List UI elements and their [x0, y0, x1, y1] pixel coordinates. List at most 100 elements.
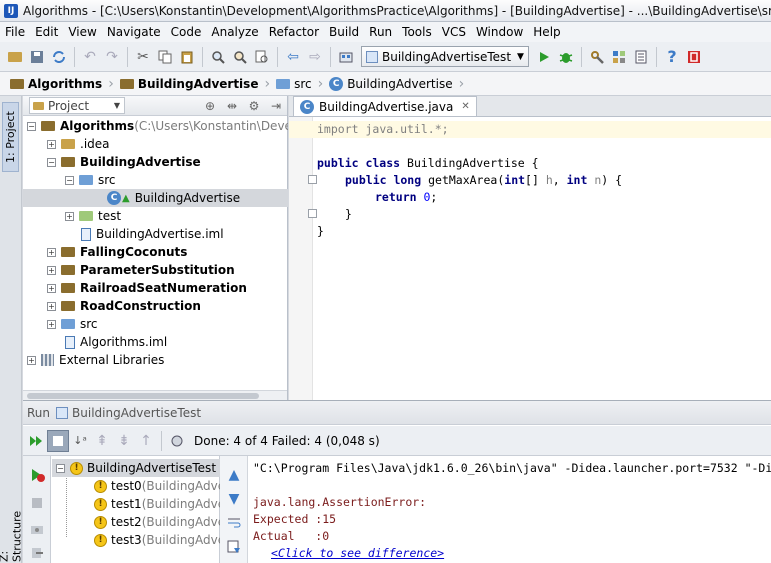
expand-all-icon[interactable]: ⇞ [91, 430, 113, 452]
arrow-down-icon[interactable]: ▼ [223, 488, 245, 510]
expand-icon[interactable]: + [65, 211, 74, 221]
copy-icon[interactable] [154, 46, 176, 68]
sync-icon[interactable] [48, 46, 70, 68]
find-in-files-icon[interactable] [251, 46, 273, 68]
tree-item-root-src[interactable]: + src [23, 315, 288, 333]
tree-item-roadconstruction[interactable]: + RoadConstruction [23, 297, 288, 315]
tree-item-algorithms-iml[interactable]: Algorithms.iml [23, 333, 288, 351]
tree-item-class-buildingadvertise[interactable]: C ▲ BuildingAdvertise [23, 189, 288, 207]
sort-alphabetically-icon[interactable]: ↓ᵃ [69, 430, 91, 452]
fold-icon[interactable] [308, 175, 317, 184]
plugin-icon[interactable] [683, 46, 705, 68]
sdk-icon[interactable] [630, 46, 652, 68]
tab-buildingadvertise-java[interactable]: C BuildingAdvertise.java ✕ [293, 96, 477, 116]
expand-icon[interactable]: + [47, 319, 56, 329]
menu-build[interactable]: Build [324, 25, 364, 39]
console-output[interactable]: "C:\Program Files\Java\jdk1.6.0_26\bin\j… [249, 456, 771, 563]
scroll-from-source-icon[interactable]: ⊕ [199, 99, 221, 113]
tree-item-idea[interactable]: + .idea [23, 135, 288, 153]
run-icon[interactable] [533, 46, 555, 68]
breadcrumb-item-buildingadvertise[interactable]: BuildingAdvertise [118, 74, 265, 94]
horizontal-scrollbar[interactable] [23, 390, 287, 400]
expand-icon[interactable]: + [27, 355, 36, 365]
arrow-up-icon[interactable]: ▲ [223, 464, 245, 486]
menu-edit[interactable]: Edit [30, 25, 63, 39]
collapse-icon[interactable]: − [27, 121, 36, 131]
menu-code[interactable]: Code [166, 25, 207, 39]
tree-item-src[interactable]: − src [23, 171, 288, 189]
undo-icon[interactable]: ↶ [79, 46, 101, 68]
see-difference-link[interactable]: <Click to see difference> [271, 545, 444, 562]
test-row[interactable]: ! test2 (BuildingAdvertiseTest) [52, 513, 220, 531]
menu-vcs[interactable]: VCS [437, 25, 471, 39]
back-icon[interactable]: ⇦ [282, 46, 304, 68]
tab-structure[interactable]: Z: Structure [0, 500, 24, 562]
tree-item-algorithms[interactable]: − Algorithms (C:\Users\Konstantin\Develo… [23, 117, 288, 135]
save-icon[interactable] [26, 46, 48, 68]
soft-wrap-icon[interactable] [223, 512, 245, 534]
cut-icon[interactable]: ✂ [132, 46, 154, 68]
expand-icon[interactable]: + [47, 301, 56, 311]
stop-icon[interactable] [26, 492, 48, 514]
run-configuration-select[interactable]: BuildingAdvertiseTest ▼ [361, 46, 529, 67]
breadcrumb-item-class[interactable]: C BuildingAdvertise [327, 74, 458, 94]
collapse-icon[interactable]: − [47, 157, 56, 167]
expand-icon[interactable]: + [47, 247, 56, 257]
expand-icon[interactable]: + [47, 265, 56, 275]
rerun-icon[interactable] [25, 430, 47, 452]
rerun-failed-icon[interactable] [26, 464, 48, 486]
gear-icon[interactable]: ⚙ [243, 99, 265, 113]
collapse-all-icon[interactable]: ⇹ [221, 99, 243, 113]
test-suite-row[interactable]: − ! BuildingAdvertiseTest [52, 459, 220, 477]
paste-icon[interactable] [176, 46, 198, 68]
code-area[interactable]: import java.util.*; public class Buildin… [289, 117, 771, 400]
settings-icon[interactable] [586, 46, 608, 68]
hide-panel-icon[interactable]: ⇥ [265, 99, 287, 113]
project-structure-icon[interactable] [608, 46, 630, 68]
breadcrumb-item-src[interactable]: src [274, 74, 318, 94]
show-passed-toggle-icon[interactable] [47, 429, 69, 452]
open-folder-icon[interactable] [4, 46, 26, 68]
scrollbar-thumb[interactable] [27, 393, 259, 399]
close-run-icon[interactable] [26, 542, 48, 563]
collapse-icon[interactable]: − [56, 463, 65, 473]
project-view-select[interactable]: Project ▼ [29, 97, 125, 114]
test-row[interactable]: ! test0 (BuildingAdvertiseTest) [52, 477, 220, 495]
menu-analyze[interactable]: Analyze [206, 25, 263, 39]
menu-tools[interactable]: Tools [397, 25, 437, 39]
scroll-to-end-icon[interactable] [223, 536, 245, 558]
menu-help[interactable]: Help [528, 25, 565, 39]
forward-icon[interactable]: ⇨ [304, 46, 326, 68]
menu-run[interactable]: Run [364, 25, 397, 39]
previous-failed-icon[interactable]: ↑ [135, 430, 157, 452]
tree-item-external-libraries[interactable]: + External Libraries [23, 351, 288, 369]
menu-view[interactable]: View [63, 25, 101, 39]
help-icon[interactable]: ? [661, 46, 683, 68]
fold-end-icon[interactable] [308, 209, 317, 218]
camera-icon[interactable] [26, 518, 48, 540]
expand-icon[interactable]: + [47, 283, 56, 293]
collapse-all-icon[interactable]: ⇟ [113, 430, 135, 452]
breadcrumb-item-algorithms[interactable]: Algorithms [8, 74, 108, 94]
menu-file[interactable]: File [0, 25, 30, 39]
close-icon[interactable]: ✕ [461, 101, 469, 112]
find-icon[interactable] [207, 46, 229, 68]
expand-icon[interactable]: + [47, 139, 56, 149]
export-icon[interactable] [166, 430, 188, 452]
redo-icon[interactable]: ↷ [101, 46, 123, 68]
make-project-icon[interactable] [335, 46, 357, 68]
tree-item-test[interactable]: + test [23, 207, 288, 225]
run-config-tab[interactable]: BuildingAdvertiseTest [72, 406, 201, 420]
menu-navigate[interactable]: Navigate [102, 25, 166, 39]
test-row[interactable]: ! test3 (BuildingAdvertiseTest) [52, 531, 220, 549]
tree-item-railroadseatnumeration[interactable]: + RailroadSeatNumeration [23, 279, 288, 297]
replace-icon[interactable] [229, 46, 251, 68]
debug-icon[interactable] [555, 46, 577, 68]
collapse-icon[interactable]: − [65, 175, 74, 185]
tree-item-parametersubstitution[interactable]: + ParameterSubstitution [23, 261, 288, 279]
tree-item-fallingcoconuts[interactable]: + FallingCoconuts [23, 243, 288, 261]
menu-window[interactable]: Window [471, 25, 528, 39]
menu-refactor[interactable]: Refactor [264, 25, 324, 39]
tree-item-buildingadvertise-iml[interactable]: BuildingAdvertise.iml [23, 225, 288, 243]
tab-project[interactable]: 1: Project [2, 102, 19, 172]
